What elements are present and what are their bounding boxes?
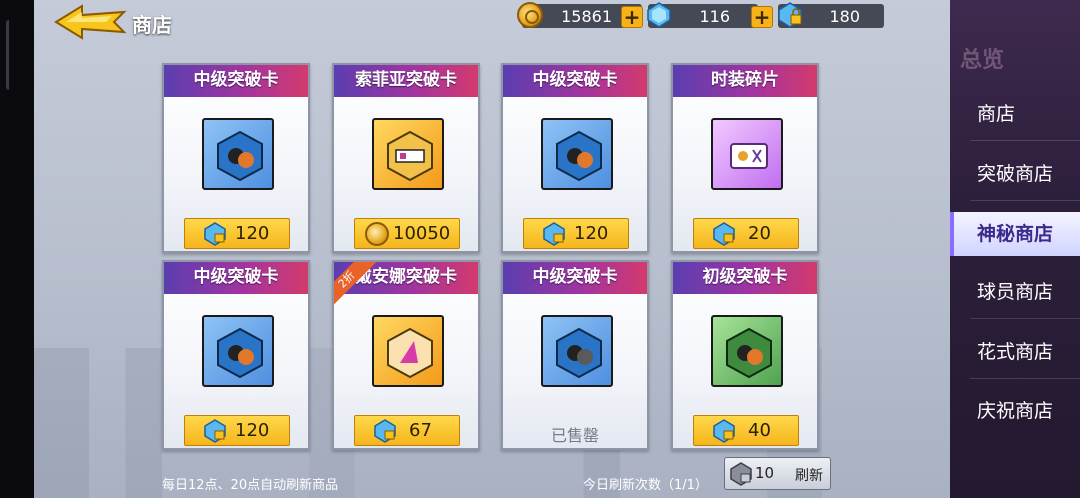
sidebar-item-celebration-shop[interactable]: 庆祝商店 <box>950 389 1080 433</box>
coin-icon <box>365 222 389 246</box>
back-arrow-icon[interactable] <box>52 4 128 40</box>
sold-out-label: 已售罄 <box>550 426 599 445</box>
breakthrough-card-icon <box>372 315 444 387</box>
buy-button[interactable]: 120 <box>523 218 629 249</box>
refresh-button[interactable]: 10 刷新 <box>724 457 831 490</box>
item-name: 中级突破卡 <box>503 65 647 97</box>
item-price: 120 <box>235 420 270 441</box>
sidebar-divider <box>970 140 1080 141</box>
item-name: 中级突破卡 <box>164 65 308 97</box>
item-price: 10050 <box>393 223 451 244</box>
locked-gem-icon <box>713 222 735 246</box>
outfit-fragment-icon <box>711 118 783 190</box>
breakthrough-card-icon <box>711 315 783 387</box>
sidebar-item-shop[interactable]: 商店 <box>950 92 1080 136</box>
locked-gem-icon <box>374 419 396 443</box>
locked-gem-icon <box>730 462 752 486</box>
breakthrough-card-icon <box>372 118 444 190</box>
shop-item-card[interactable]: 中级突破卡 120 <box>162 260 310 450</box>
add-gems-button[interactable]: + <box>751 6 773 28</box>
sidebar: 总览 商店 突破商店 神秘商店 球员商店 花式商店 庆祝商店 <box>950 0 1080 498</box>
locked-gem-icon <box>543 222 565 246</box>
shop-item-card[interactable]: 中级突破卡 120 <box>501 63 649 253</box>
shop-item-card[interactable]: 初级突破卡 40 <box>671 260 819 450</box>
sidebar-title: 总览 <box>960 48 1005 73</box>
locked-gem-icon <box>778 2 802 28</box>
item-price: 120 <box>574 223 609 244</box>
breakthrough-card-icon <box>541 118 613 190</box>
item-price: 40 <box>748 420 771 441</box>
buy-button[interactable]: 67 <box>354 415 460 446</box>
add-coins-button[interactable]: + <box>621 6 643 28</box>
locked-gem-icon <box>204 222 226 246</box>
buy-button[interactable]: 40 <box>693 415 799 446</box>
item-name: 中级突破卡 <box>164 262 308 294</box>
refresh-count: 今日刷新次数（1/1） <box>583 478 708 493</box>
shop-item-card[interactable]: 中级突破卡 120 <box>162 63 310 253</box>
sidebar-divider <box>970 318 1080 319</box>
item-name: 索菲亚突破卡 <box>334 65 478 97</box>
refresh-cost: 10 <box>755 464 775 482</box>
item-name: 中级突破卡 <box>503 262 647 294</box>
sidebar-divider <box>970 200 1080 201</box>
buy-button[interactable]: 20 <box>693 218 799 249</box>
breakthrough-card-icon <box>202 315 274 387</box>
breakthrough-card-icon <box>541 315 613 387</box>
bezel-decoration <box>6 20 12 90</box>
refresh-label: 刷新 <box>795 468 823 484</box>
device-bezel <box>0 0 34 498</box>
sidebar-item-player-shop[interactable]: 球员商店 <box>950 270 1080 314</box>
item-price: 67 <box>409 420 432 441</box>
coin-balance: 15861 <box>561 7 612 26</box>
coin-icon <box>517 2 543 28</box>
buy-button[interactable]: 120 <box>184 218 290 249</box>
shop-item-card[interactable]: 时装碎片 20 <box>671 63 819 253</box>
shop-item-card[interactable]: 索菲亚突破卡 10050 <box>332 63 480 253</box>
breakthrough-card-icon <box>202 118 274 190</box>
shop-item-card[interactable]: 戴安娜突破卡 2折 67 <box>332 260 480 450</box>
item-price: 20 <box>748 223 771 244</box>
locked-gem-icon <box>713 419 735 443</box>
buy-button[interactable]: 120 <box>184 415 290 446</box>
item-name: 时装碎片 <box>673 65 817 97</box>
header: 商店 15861 + 116 + 180 <box>34 0 950 40</box>
sidebar-divider <box>970 378 1080 379</box>
sidebar-item-mystery-shop[interactable]: 神秘商店 <box>950 212 1080 256</box>
item-name: 初级突破卡 <box>673 262 817 294</box>
item-price: 120 <box>235 223 270 244</box>
shop-item-card-sold-out: 中级突破卡 已售罄 <box>501 260 649 450</box>
locked-gem-balance: 180 <box>829 7 860 26</box>
gem-balance: 116 <box>699 7 730 26</box>
sidebar-item-fancy-shop[interactable]: 花式商店 <box>950 330 1080 374</box>
page-title: 商店 <box>132 13 172 37</box>
locked-gem-icon <box>204 419 226 443</box>
sidebar-item-breakthrough-shop[interactable]: 突破商店 <box>950 152 1080 196</box>
buy-button[interactable]: 10050 <box>354 218 460 249</box>
auto-refresh-note: 每日12点、20点自动刷新商品 <box>162 478 339 493</box>
gem-icon <box>647 2 671 28</box>
